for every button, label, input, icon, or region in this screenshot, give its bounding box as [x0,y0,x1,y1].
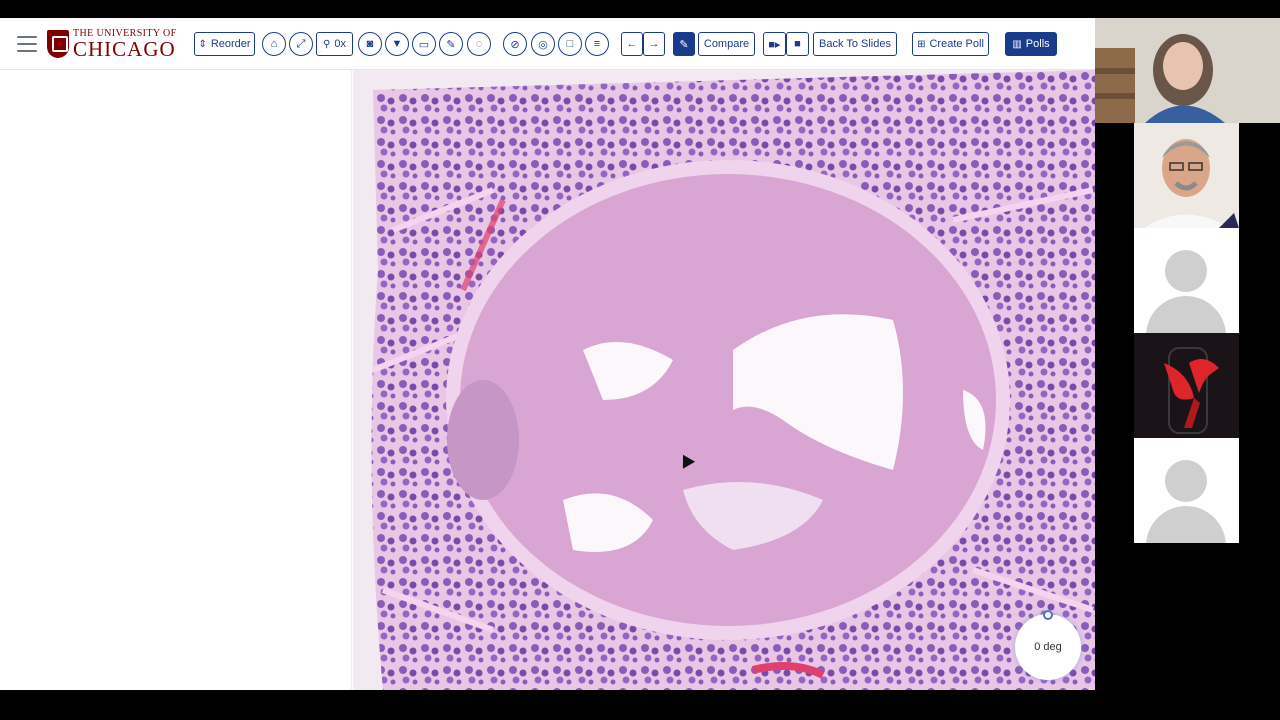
sort-icon: ⇕ [198,38,207,50]
expand-button[interactable]: ⤢ [289,32,313,56]
list-button[interactable]: ≡ [585,32,609,56]
video-button[interactable]: ■▸ [763,32,786,56]
red-bird-icon [1134,333,1239,438]
screenshot-button[interactable]: ◙ [358,32,382,56]
filter-icon: ▼ [391,38,403,50]
slide-viewer-window: THE UNIVERSITY OF CHICAGO ⇕ Reorder ⌂ ⤢ … [0,18,1095,690]
slide-image[interactable] [353,70,1095,690]
menu-icon[interactable] [17,36,37,52]
participant-tile-3 [1134,228,1239,333]
attach-button[interactable]: ✎ [673,32,695,56]
stop-icon: ■ [794,38,801,50]
rotation-label: 0 deg [1034,641,1062,653]
polls-button[interactable]: ▥ Polls [1005,32,1057,56]
arrow-right-icon: → [648,38,660,50]
university-logo: THE UNIVERSITY OF CHICAGO [47,28,177,60]
tissue-section [353,70,1095,690]
circle-target-button[interactable]: ◎ [531,32,555,56]
video-icon: ■▸ [768,38,781,51]
plus-square-icon: ⊞ [917,38,926,50]
square-button[interactable]: □ [558,32,582,56]
avatar-body [1146,296,1226,333]
square-icon: □ [566,38,574,50]
home-icon: ⌂ [270,38,278,50]
rotation-handle[interactable] [1043,610,1053,620]
home-button[interactable]: ⌂ [262,32,286,56]
previous-button[interactable]: ← [621,32,643,56]
measure-button[interactable]: ⊘ [503,32,527,56]
expand-icon: ⤢ [296,37,306,50]
side-panel [0,70,352,690]
paperclip-icon: ✎ [679,38,689,51]
participant-1-video [1095,18,1280,123]
pencil-icon: ✎ [446,38,456,51]
create-poll-button[interactable]: ⊞ Create Poll [912,32,989,56]
camera-icon: ◙ [366,38,374,50]
logo-main-text: CHICAGO [73,36,176,61]
compare-button[interactable]: Compare [698,32,755,56]
participant-tile-5 [1134,438,1239,543]
avatar-icon [1165,460,1207,502]
lasso-icon: ◌ [475,38,483,50]
next-button[interactable]: → [643,32,665,56]
participant-tile-4 [1134,333,1239,438]
arrow-left-icon: ← [626,38,638,50]
screen: THE UNIVERSITY OF CHICAGO ⇕ Reorder ⌂ ⤢ … [0,0,1280,720]
participant-tile-2 [1134,123,1239,228]
back-to-slides-button[interactable]: Back To Slides [813,32,897,56]
toolbar: THE UNIVERSITY OF CHICAGO ⇕ Reorder ⌂ ⤢ … [0,18,1095,70]
filter-button[interactable]: ▼ [385,32,409,56]
avatar-icon [1165,250,1207,292]
bar-chart-icon: ▥ [1012,38,1022,50]
list-icon: ≡ [593,38,601,50]
logo-text: THE UNIVERSITY OF CHICAGO [73,28,177,61]
crest-icon [47,30,69,58]
compare-label: Compare [703,38,750,50]
draw-button[interactable]: ✎ [439,32,463,56]
circle-target-icon: ◎ [538,38,548,51]
polls-label: Polls [1025,38,1050,50]
back-to-slides-label: Back To Slides [819,38,891,50]
reorder-label: Reorder [210,38,251,50]
reorder-button[interactable]: ⇕ Reorder [194,32,255,56]
participant-2-video [1134,123,1239,228]
avatar-body [1146,506,1226,543]
zoom-button[interactable]: ⚲ 0x [316,32,353,56]
main-participant-video [1095,18,1280,123]
monitor-icon: ▭ [418,38,430,51]
create-poll-label: Create Poll [929,38,984,50]
rotation-control[interactable]: 0 deg [1015,610,1081,680]
measure-icon: ⊘ [510,38,520,51]
zoom-label: 0x [334,38,346,50]
zoom-icon: ⚲ [323,38,331,50]
display-button[interactable]: ▭ [412,32,436,56]
lasso-button[interactable]: ◌ [467,32,491,56]
stop-button[interactable]: ■ [786,32,809,56]
